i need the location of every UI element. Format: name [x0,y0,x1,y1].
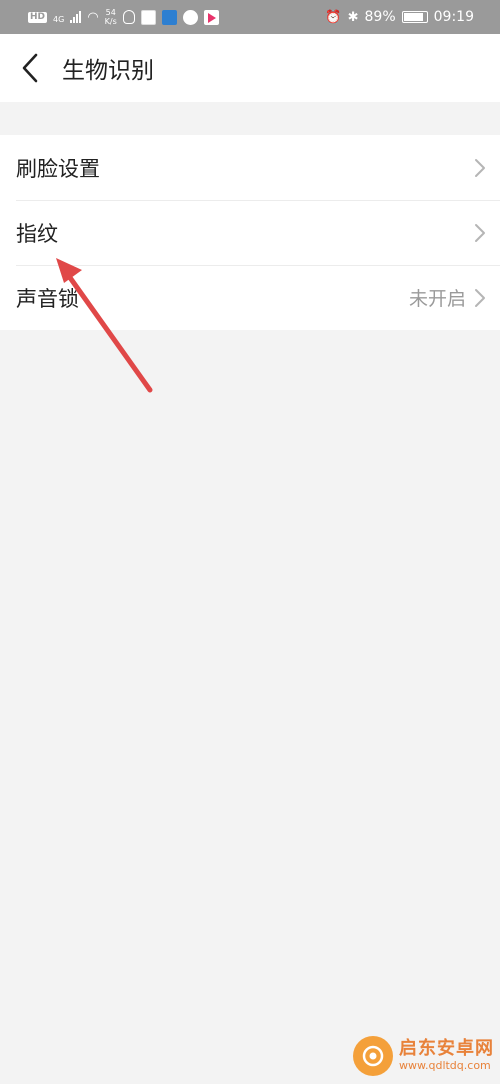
settings-list: 刷脸设置 指纹 声音锁 未开启 [0,135,500,330]
row-right [474,158,486,178]
video-app-icon [203,9,219,25]
watermark: 启东安卓网 www.qdltdq.com [353,1036,494,1076]
status-bar-right: ⏰ ✱ 89% 09:19 [325,9,474,25]
network-type: 4G [53,15,65,24]
chevron-right-icon [474,158,486,178]
voice-lock-label: 声音锁 [16,286,79,311]
chevron-left-icon [22,53,38,83]
network-speed-value: 54 [105,8,116,17]
row-right: 未开启 [409,284,486,311]
voice-lock-status: 未开启 [408,288,466,310]
app-icon-3 [182,9,198,25]
watermark-logo-icon [353,1036,393,1076]
voice-lock-row[interactable]: 声音锁 未开启 [0,265,500,330]
clock: 09:19 [433,9,474,25]
app-icon-1 [140,9,156,25]
fingerprint-label: 指纹 [16,221,58,246]
face-settings-row[interactable]: 刷脸设置 [0,135,500,200]
face-settings-label: 刷脸设置 [16,156,100,181]
chevron-right-icon [474,223,486,243]
network-speed: 54 K/s [105,8,117,26]
fingerprint-row[interactable]: 指纹 [0,200,500,265]
qq-icon [122,10,135,24]
page-title: 生物识别 [62,58,154,84]
wifi-icon: ◠ [87,9,99,25]
status-bar: HD 4G ◠ 54 K/s ⏰ ✱ 89% 09:19 [0,0,500,34]
signal-icon [70,11,82,23]
back-button[interactable] [0,34,60,102]
watermark-text: 启东安卓网 www.qdltdq.com [399,1039,494,1072]
network-speed-unit: K/s [104,17,117,26]
bluetooth-icon: ✱ [347,9,359,25]
battery-fill [403,13,424,21]
hd-badge: HD [28,11,48,23]
chevron-right-icon [474,288,486,308]
alarm-icon: ⏰ [325,9,342,25]
app-header: 生物识别 [0,34,500,102]
watermark-brand: 启东安卓网 [399,1038,494,1060]
battery-icon [401,11,428,23]
watermark-url: www.qdltdq.com [399,1059,491,1073]
row-right [474,223,486,243]
battery-percent: 89% [364,9,396,25]
status-bar-left: HD 4G ◠ 54 K/s [28,8,219,26]
app-icon-2 [161,9,177,25]
